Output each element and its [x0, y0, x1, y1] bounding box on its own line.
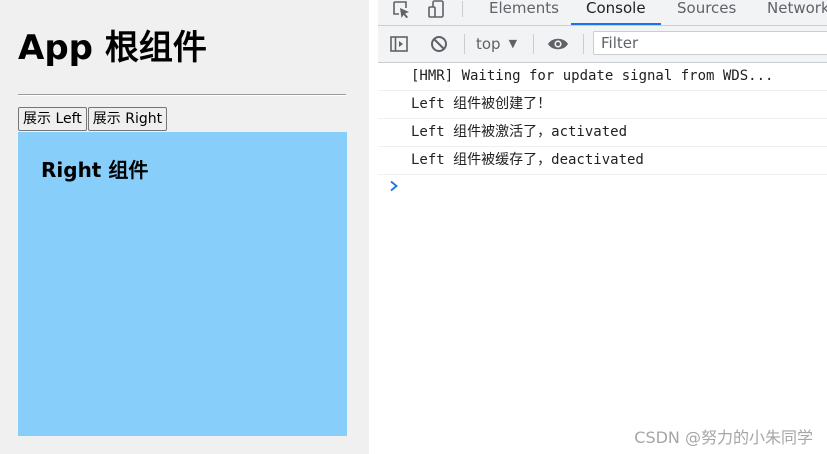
show-console-sidebar-icon[interactable] — [388, 34, 410, 54]
console-prompt-chevron-icon — [389, 179, 399, 197]
watermark: CSDN @努力的小朱同学 — [634, 428, 813, 447]
active-tab-indicator — [571, 23, 661, 25]
live-expression-eye-icon[interactable] — [547, 34, 569, 54]
right-component-box: Right 组件 — [18, 132, 347, 436]
right-component-title: Right 组件 — [41, 158, 149, 182]
console-message: Left 组件被激活了，activated — [378, 119, 827, 147]
app-button-row: 展示 Left 展示 Right — [18, 107, 168, 131]
tab-sources[interactable]: Sources — [677, 0, 736, 23]
tab-network[interactable]: Network — [767, 0, 827, 23]
app-divider — [18, 94, 346, 96]
console-message: Left 组件被缓存了，deactivated — [378, 147, 827, 175]
context-selector[interactable]: top ▼ — [476, 33, 517, 55]
toolbar-separator — [583, 34, 584, 54]
console-message: [HMR] Waiting for update signal from WDS… — [378, 63, 827, 91]
tab-separator — [462, 1, 463, 17]
inspect-element-icon[interactable] — [390, 0, 412, 20]
app-title: App 根组件 — [18, 28, 207, 68]
toolbar-separator — [533, 34, 534, 54]
clear-console-icon[interactable] — [428, 34, 450, 54]
caret-down-icon: ▼ — [508, 37, 518, 50]
devtools-tab-bar: Elements Console Sources Network — [378, 0, 827, 26]
console-toolbar: top ▼ — [378, 26, 827, 63]
device-toggle-icon[interactable] — [426, 0, 448, 20]
console-filter-input[interactable] — [593, 31, 827, 55]
app-preview-pane: App 根组件 展示 Left 展示 Right Right 组件 — [0, 0, 369, 454]
show-left-button[interactable]: 展示 Left — [18, 107, 87, 131]
context-selector-label: top — [476, 35, 501, 53]
console-message-list: [HMR] Waiting for update signal from WDS… — [378, 63, 827, 201]
console-prompt[interactable] — [378, 175, 827, 201]
devtools-panel: Elements Console Sources Network top ▼ F… — [378, 0, 827, 454]
show-right-button[interactable]: 展示 Right — [87, 107, 168, 131]
console-message: Left 组件被创建了！ — [378, 91, 827, 119]
tab-console[interactable]: Console — [586, 0, 646, 23]
toolbar-separator — [464, 34, 465, 54]
tab-elements[interactable]: Elements — [489, 0, 559, 23]
